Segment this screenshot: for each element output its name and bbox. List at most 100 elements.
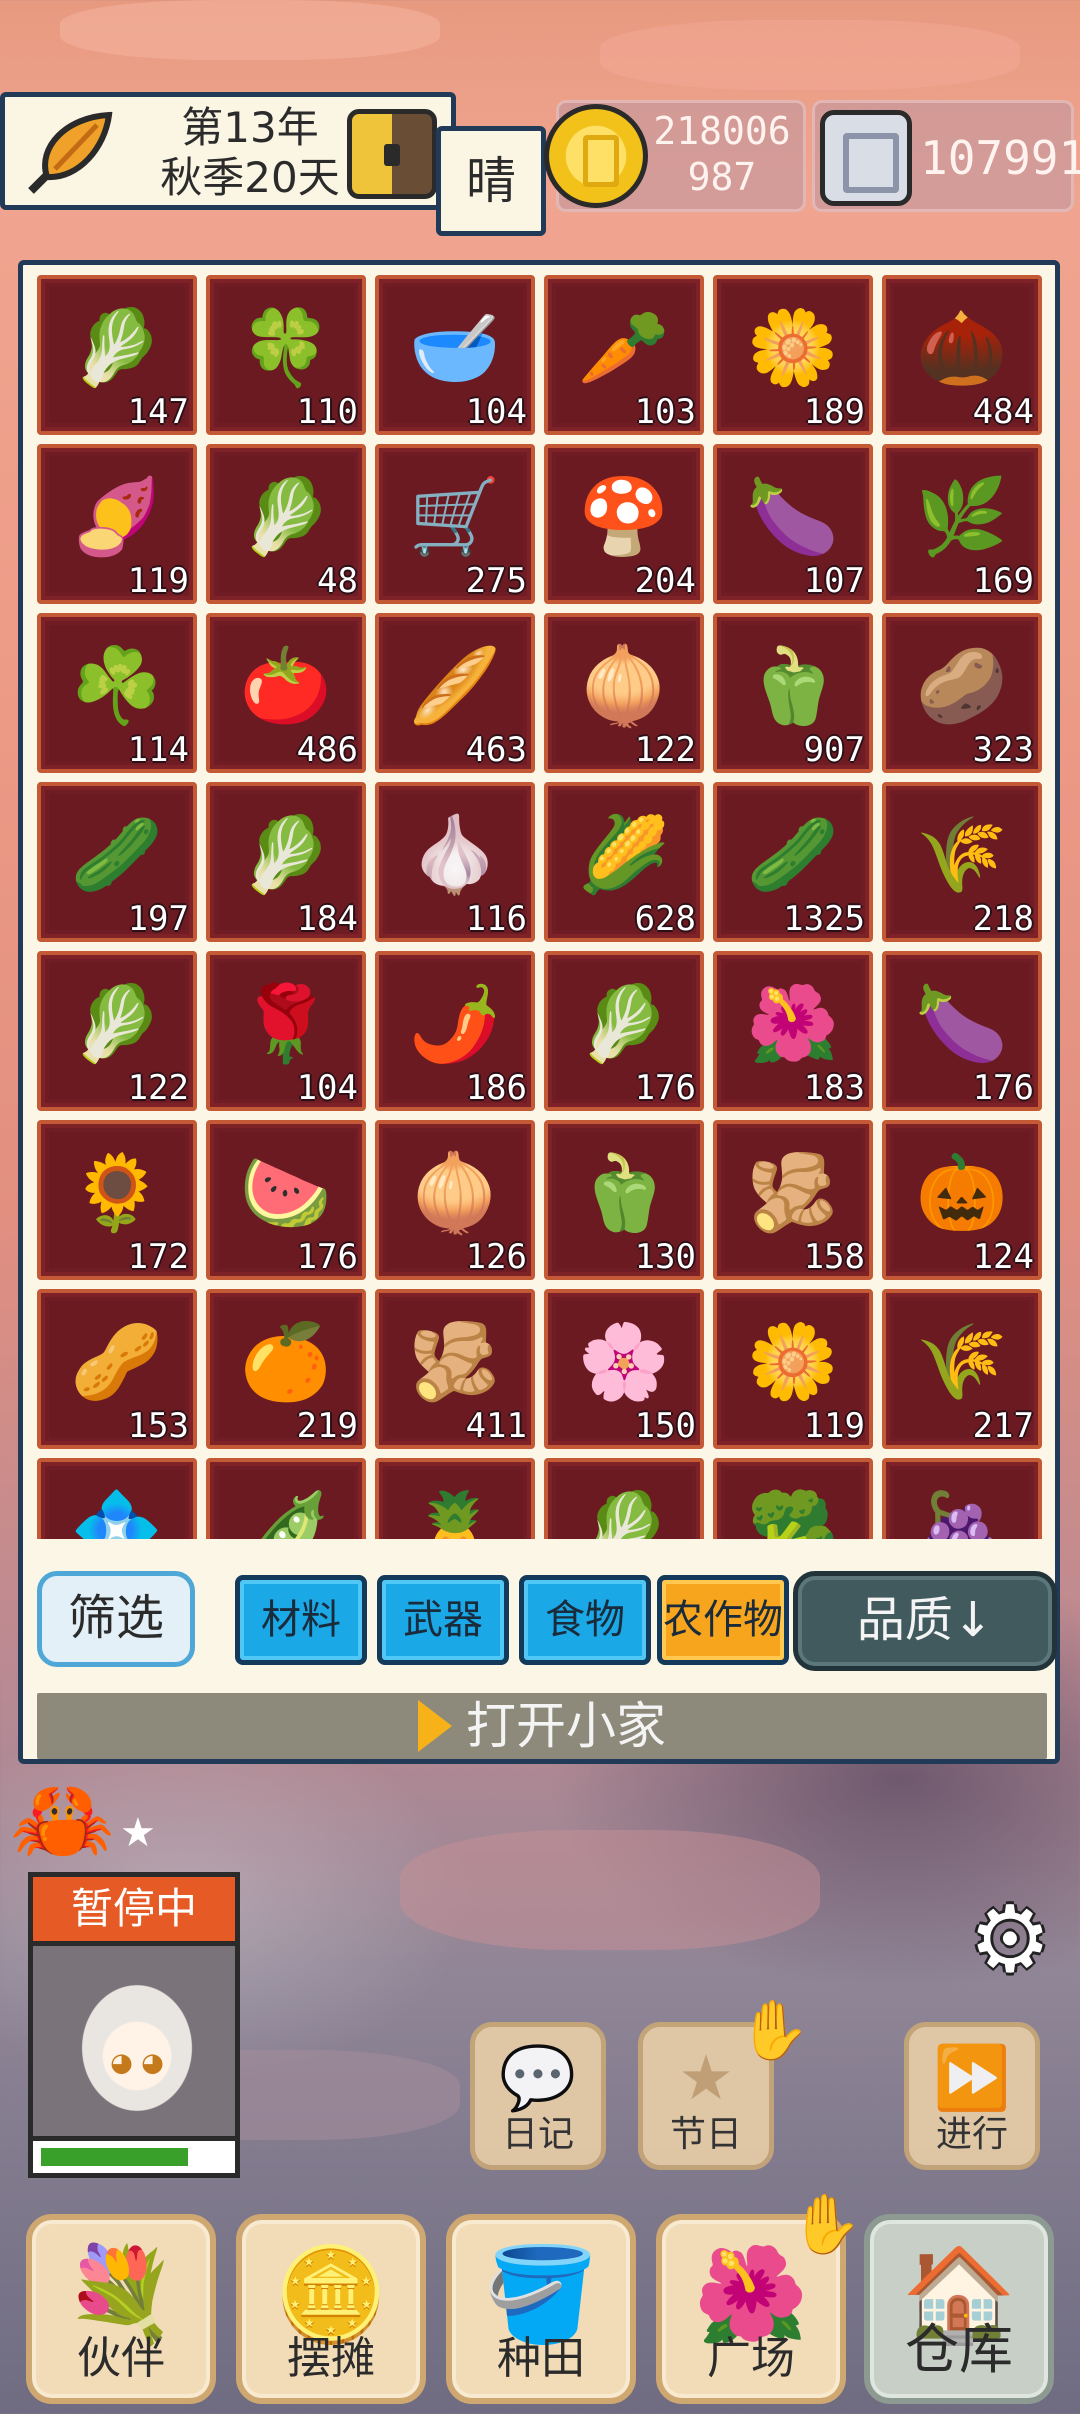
- inventory-slot[interactable]: 🌾 218: [882, 782, 1042, 942]
- date-panel[interactable]: 第13年 秋季20天: [0, 92, 456, 210]
- inventory-slot[interactable]: 🥔 323: [882, 613, 1042, 773]
- inventory-slot[interactable]: 🥒 1325: [713, 782, 873, 942]
- pink-flower-icon: 🌸: [577, 1319, 671, 1405]
- inventory-grid-scroll[interactable]: 🥬 147 🍀 110 🥣 104 🥕 103 🌼 189 🌰 484 🍠 119 🥬 48 🛒 275 🍄 204 🍆…: [37, 275, 1047, 1539]
- category-materials-button[interactable]: 材料: [235, 1575, 367, 1665]
- inventory-slot[interactable]: 🌺 183: [713, 951, 873, 1111]
- inventory-slot[interactable]: 🎃 124: [882, 1120, 1042, 1280]
- inventory-slot[interactable]: 🌶️ 186: [375, 951, 535, 1111]
- blue-cart-icon: 🛒: [408, 474, 502, 560]
- item-count: 628: [634, 899, 696, 939]
- orange-icon: 🍊: [239, 1319, 333, 1405]
- corn-icon: 🌽: [577, 812, 671, 898]
- gear-icon[interactable]: ⚙: [962, 1892, 1058, 1988]
- inventory-slot[interactable]: 🍠 119: [37, 444, 197, 604]
- category-food-button[interactable]: 食物: [519, 1575, 651, 1665]
- category-crops-button[interactable]: 农作物: [657, 1575, 789, 1665]
- diary-label: 日记: [501, 2114, 574, 2155]
- inventory-slot[interactable]: 🥒 197: [37, 782, 197, 942]
- filter-button[interactable]: 筛选: [37, 1571, 195, 1667]
- inventory-slot[interactable]: 🛒 275: [375, 444, 535, 604]
- inventory-slot[interactable]: 🌼 189: [713, 275, 873, 435]
- turnip-icon: 🥬: [70, 981, 164, 1067]
- inventory-slot[interactable]: 🥣 104: [375, 275, 535, 435]
- inventory-slot[interactable]: 🍀 110: [206, 275, 366, 435]
- inventory-slot[interactable]: 🥖 463: [375, 613, 535, 773]
- inventory-slot[interactable]: 🍅 486: [206, 613, 366, 773]
- item-count: 124: [972, 1237, 1034, 1277]
- wheat-icon: 🌾: [915, 812, 1009, 898]
- blue-cabbage-icon: 🥬: [577, 1488, 671, 1539]
- item-count: 176: [972, 1068, 1034, 1108]
- inventory-slot[interactable]: 🫚 411: [375, 1289, 535, 1449]
- feather-icon: [17, 107, 117, 203]
- inventory-slot[interactable]: 🥬 176: [544, 951, 704, 1111]
- inventory-slot[interactable]: 🌸 150: [544, 1289, 704, 1449]
- inventory-slot[interactable]: 🌽 628: [544, 782, 704, 942]
- item-count: 1325: [783, 899, 865, 939]
- inventory-slot[interactable]: 🥬 184: [206, 782, 366, 942]
- inventory-slot[interactable]: ☘️ 114: [37, 613, 197, 773]
- nav-warehouse-button[interactable]: 🏠 仓库: [864, 2214, 1054, 2404]
- sweet-potato-icon: 🍠: [70, 474, 164, 560]
- inventory-slot[interactable]: 🥕 103: [544, 275, 704, 435]
- paused-status-label[interactable]: 暂停中: [28, 1872, 240, 1946]
- nav-farm-button[interactable]: 🪣 种田: [446, 2214, 636, 2404]
- inventory-slot[interactable]: 🍇: [882, 1458, 1042, 1539]
- inventory-slot[interactable]: 🥬 147: [37, 275, 197, 435]
- seed-icon: 🌰: [915, 305, 1009, 391]
- diary-button[interactable]: 💬 日记: [470, 2022, 606, 2170]
- inventory-slot[interactable]: 🧄 116: [375, 782, 535, 942]
- inventory-slot[interactable]: 🌾 217: [882, 1289, 1042, 1449]
- cucumber-icon: 🥒: [746, 812, 840, 898]
- inventory-slot[interactable]: 🫑 130: [544, 1120, 704, 1280]
- inventory-slot[interactable]: 🥬 122: [37, 951, 197, 1111]
- fast-forward-icon: ⏩: [933, 2041, 1011, 2114]
- background-cloud: [400, 1830, 820, 1950]
- inventory-slot[interactable]: 🌹 104: [206, 951, 366, 1111]
- inventory-slot[interactable]: 🧅 122: [544, 613, 704, 773]
- inventory-slot[interactable]: 🧅 126: [375, 1120, 535, 1280]
- inventory-slot[interactable]: 🍆 176: [882, 951, 1042, 1111]
- inventory-slot[interactable]: 🫚 158: [713, 1120, 873, 1280]
- sort-quality-button[interactable]: 品质↓: [793, 1571, 1057, 1671]
- open-home-button[interactable]: 打开小家: [37, 1693, 1047, 1759]
- cabbage-icon: 🥬: [239, 812, 333, 898]
- coin-amount-line1: 218006: [653, 109, 791, 153]
- item-count: 147: [127, 392, 189, 432]
- item-count: 104: [465, 392, 527, 432]
- companion-avatar[interactable]: ◕ ◕: [28, 1946, 240, 2142]
- inventory-slot[interactable]: 🫑 907: [713, 613, 873, 773]
- greens-icon: 🥬: [239, 474, 333, 560]
- inventory-slot[interactable]: 🌰 484: [882, 275, 1042, 435]
- eggplant-icon: 🍆: [915, 981, 1009, 1067]
- inventory-slot[interactable]: 🍊 219: [206, 1289, 366, 1449]
- inventory-slot[interactable]: 🫛: [206, 1458, 366, 1539]
- inventory-slot[interactable]: 🌼 119: [713, 1289, 873, 1449]
- inventory-slot[interactable]: 🥜 153: [37, 1289, 197, 1449]
- nav-stall-button[interactable]: 🪙 摆摊: [236, 2214, 426, 2404]
- item-count: 169: [972, 561, 1034, 601]
- inventory-slot[interactable]: 🥦: [713, 1458, 873, 1539]
- inventory-slot[interactable]: 🥬 48: [206, 444, 366, 604]
- inventory-slot[interactable]: 🌻 172: [37, 1120, 197, 1280]
- door-icon[interactable]: [347, 109, 437, 199]
- chat-bubble-icon: 💬: [499, 2041, 577, 2114]
- item-count: 126: [465, 1237, 527, 1277]
- inventory-panel: 🥬 147 🍀 110 🥣 104 🥕 103 🌼 189 🌰 484 🍠 119 🥬 48 🛒 275 🍄 204 🍆…: [18, 260, 1060, 1764]
- inventory-slot[interactable]: 🥬: [544, 1458, 704, 1539]
- inventory-slot[interactable]: 🍉 176: [206, 1120, 366, 1280]
- inventory-slot[interactable]: 🍆 107: [713, 444, 873, 604]
- item-count: 275: [465, 561, 527, 601]
- item-count: 323: [972, 730, 1034, 770]
- category-weapons-button[interactable]: 武器: [377, 1575, 509, 1665]
- inventory-slot[interactable]: 🌿 169: [882, 444, 1042, 604]
- inventory-slot[interactable]: 🍍: [375, 1458, 535, 1539]
- inventory-slot[interactable]: 💠: [37, 1458, 197, 1539]
- inventory-slot[interactable]: 🍄 204: [544, 444, 704, 604]
- proceed-button[interactable]: ⏩ 进行: [904, 2022, 1040, 2170]
- item-count: 183: [803, 1068, 865, 1108]
- chili-icon: 🌶️: [408, 981, 502, 1067]
- nav-partner-button[interactable]: 💐 伙伴: [26, 2214, 216, 2404]
- item-count: 184: [296, 899, 358, 939]
